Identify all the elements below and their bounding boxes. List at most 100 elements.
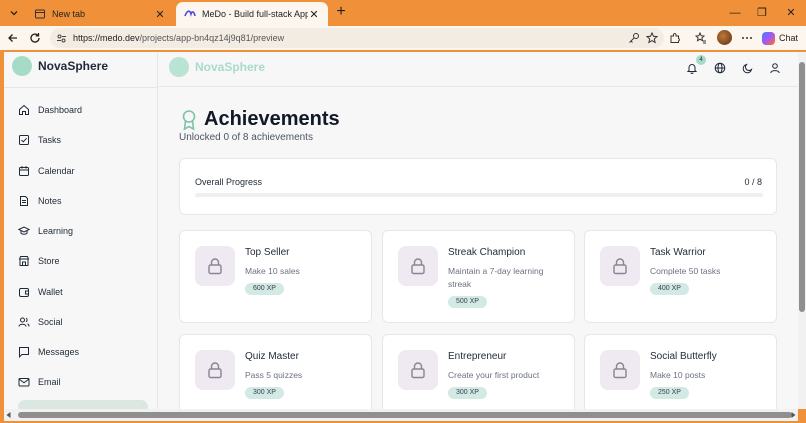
medo-favicon (184, 10, 196, 17)
window-close-icon[interactable]: ✕ (782, 4, 800, 22)
sidebar-item-label: Social (38, 317, 63, 327)
user-icon[interactable] (767, 60, 783, 76)
sidebar-item-label: Notes (38, 196, 62, 206)
sidebar-item-active-highlight[interactable] (18, 400, 148, 409)
achievement-title: Streak Champion (448, 247, 526, 258)
address-bar[interactable]: https://medo.dev/projects/app-bn4qz14j9q… (50, 28, 664, 48)
sidebar-item-learning[interactable]: Learning (18, 222, 73, 240)
tab-new-tab[interactable]: New tab ✕ (26, 2, 174, 26)
achievement-description: Maintain a 7-day learning streak (448, 266, 544, 289)
copilot-chat-button[interactable]: Chat (762, 29, 798, 47)
more-options-icon[interactable] (740, 31, 754, 45)
favorites-icon[interactable] (694, 31, 708, 45)
sidebar-item-calendar[interactable]: Calendar (18, 162, 75, 180)
lock-icon (398, 350, 438, 390)
xp-badge: 600 XP (245, 283, 284, 295)
tab-medo[interactable]: MeDo - Build full-stack Apps With ✕ (176, 2, 328, 26)
url-domain: https://medo.dev (73, 33, 140, 43)
moon-icon[interactable] (740, 60, 756, 76)
star-icon[interactable] (645, 31, 659, 45)
browser-toolbar: https://medo.dev/projects/app-bn4qz14j9q… (0, 26, 806, 50)
sidebar-item-label: Email (38, 377, 61, 387)
achievement-card[interactable]: Streak Champion Maintain a 7-day learnin… (382, 230, 575, 323)
store-icon (18, 256, 30, 266)
overall-progress-card: Overall Progress 0 / 8 (179, 158, 777, 215)
sidebar-item-label: Store (38, 256, 60, 266)
new-tab-button[interactable]: + (332, 4, 350, 22)
achievement-card[interactable]: Entrepreneur Create your first product 3… (382, 334, 575, 409)
progress-label: Overall Progress (195, 177, 263, 187)
achievement-card[interactable]: Quiz Master Pass 5 quizzes 300 XP (179, 334, 372, 409)
vertical-scrollbar[interactable] (798, 52, 806, 409)
page-icon (35, 9, 45, 19)
achievement-card[interactable]: Top Seller Make 10 sales 600 XP (179, 230, 372, 323)
scroll-left-arrow-icon[interactable] (5, 411, 12, 419)
achievement-card[interactable]: Task Warrior Complete 50 tasks 400 XP (584, 230, 777, 323)
lock-icon (195, 350, 235, 390)
xp-badge: 400 XP (650, 283, 689, 295)
back-arrow-icon[interactable] (4, 29, 22, 47)
main-content: Achievements Unlocked 0 of 8 achievement… (159, 88, 798, 409)
mail-icon (18, 378, 30, 387)
progress-bar (195, 193, 763, 197)
users-icon (18, 317, 30, 327)
notification-badge: 4 (696, 55, 706, 65)
page-header: Achievements (180, 108, 340, 131)
tab-search-chevron-icon[interactable] (4, 3, 24, 23)
sidebar-item-email[interactable]: Email (18, 373, 61, 391)
copilot-icon (762, 31, 775, 45)
sidebar-item-dashboard[interactable]: Dashboard (18, 101, 82, 119)
sidebar-item-messages[interactable]: Messages (18, 343, 79, 361)
sidebar-item-store[interactable]: Store (18, 252, 60, 270)
lock-icon (600, 246, 640, 286)
wallet-icon (19, 288, 29, 297)
sidebar-item-label: Messages (38, 347, 80, 357)
lock-icon (600, 350, 640, 390)
brand-name: NovaSphere (38, 59, 109, 73)
brand-logo (169, 57, 189, 77)
sidebar-item-label: Tasks (38, 135, 62, 145)
achievement-title: Entrepreneur (448, 351, 507, 362)
horizontal-scrollbar[interactable] (4, 409, 798, 421)
sidebar-item-label: Wallet (38, 287, 63, 297)
achievement-title: Top Seller (245, 247, 290, 258)
achievement-title: Quiz Master (245, 351, 299, 362)
close-icon[interactable]: ✕ (154, 8, 166, 21)
horizontal-scrollbar-thumb[interactable] (18, 412, 792, 418)
extensions-icon[interactable] (668, 31, 682, 45)
sidebar-item-notes[interactable]: Notes (18, 192, 62, 210)
checkbox-icon (19, 135, 29, 145)
profile-avatar[interactable] (717, 30, 732, 45)
close-icon[interactable]: ✕ (308, 8, 320, 21)
tab-title: New tab (52, 9, 86, 19)
xp-badge: 300 XP (245, 387, 284, 399)
header-brand[interactable]: NovaSphere (169, 57, 265, 77)
sidebar-item-label: Learning (38, 226, 74, 236)
restore-icon[interactable]: ❐ (753, 4, 771, 22)
key-icon[interactable] (627, 31, 641, 45)
reload-icon[interactable] (26, 29, 44, 47)
achievement-description: Complete 50 tasks (650, 266, 721, 276)
xp-badge: 300 XP (448, 387, 487, 399)
calendar-icon (19, 166, 29, 176)
graduation-cap-icon (18, 226, 30, 235)
page-subtitle: Unlocked 0 of 8 achievements (179, 132, 313, 143)
divider (4, 87, 158, 88)
sidebar-item-social[interactable]: Social (18, 313, 63, 331)
site-info-icon[interactable] (56, 33, 67, 44)
award-icon (182, 109, 196, 130)
minimize-icon[interactable]: — (726, 4, 744, 22)
sidebar-item-tasks[interactable]: Tasks (18, 131, 61, 149)
sidebar-item-wallet[interactable]: Wallet (18, 283, 63, 301)
achievement-description: Make 10 posts (650, 370, 706, 380)
achievement-card[interactable]: Social Butterfly Make 10 posts 250 XP (584, 334, 777, 409)
home-icon (19, 104, 29, 115)
scroll-right-arrow-icon[interactable] (790, 411, 797, 419)
sidebar-item-label: Calendar (38, 166, 75, 176)
brand-logo (12, 56, 32, 76)
globe-icon[interactable] (712, 60, 728, 76)
sidebar-brand[interactable]: NovaSphere (12, 56, 108, 76)
page-title: Achievements (204, 108, 340, 130)
vertical-scrollbar-thumb[interactable] (799, 62, 805, 312)
sidebar-item-label: Dashboard (38, 105, 83, 115)
